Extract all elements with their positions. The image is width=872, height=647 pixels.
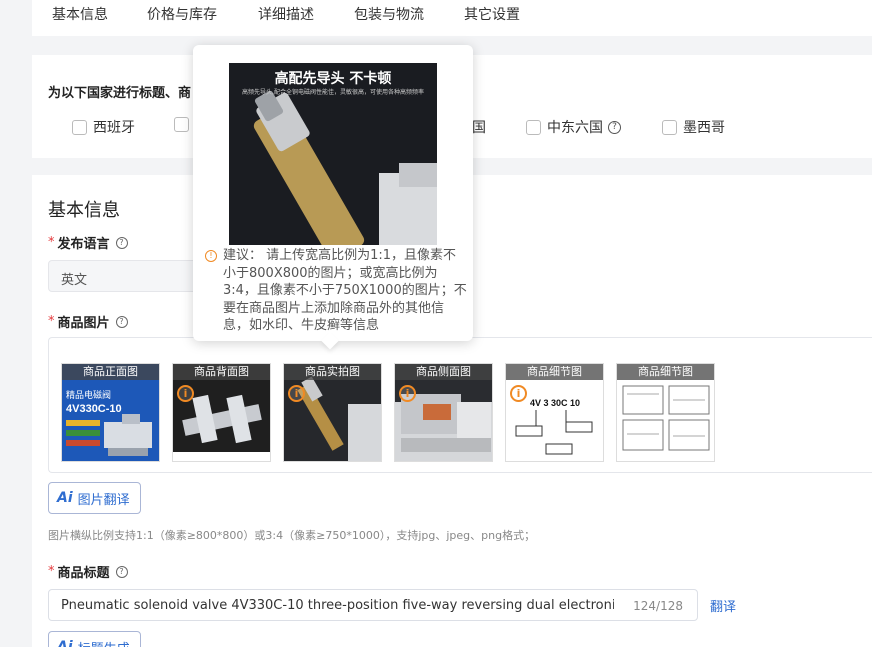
image-overlay-text: 精品电磁阀 xyxy=(66,389,111,400)
image-caption: 商品细节图 xyxy=(506,364,603,380)
info-icon: ! xyxy=(205,250,217,262)
checkbox-label: 西班牙 xyxy=(93,120,135,136)
image-strip: 精品电磁阀 4V330C-10 商品正面图 商品背面图 i 商品实拍图 i 商品… xyxy=(48,337,872,473)
checkbox-label: 国 xyxy=(472,120,486,136)
image-translate-button[interactable]: Ai 图片翻译 xyxy=(48,482,141,514)
image-thumb-front[interactable]: 精品电磁阀 4V330C-10 商品正面图 xyxy=(61,363,160,462)
image-caption: 商品细节图 xyxy=(617,364,714,380)
image-caption: 商品正面图 xyxy=(62,364,159,380)
label-text: 商品图片 xyxy=(57,316,110,331)
images-label: * 商品图片 ? xyxy=(48,312,128,331)
warning-icon[interactable]: i xyxy=(399,385,416,402)
warning-icon[interactable]: i xyxy=(288,385,305,402)
image-overlay-text: 4V 3 30C 10 xyxy=(530,398,580,408)
required-mark: * xyxy=(48,235,55,250)
title-generate-button[interactable]: Ai 标题生成 xyxy=(48,631,141,647)
help-icon[interactable]: ? xyxy=(115,236,128,249)
image-thumb-detail-1[interactable]: 4V 3 30C 10 商品细节图 i xyxy=(505,363,604,462)
warning-icon[interactable]: i xyxy=(177,385,194,402)
label-text: 商品标题 xyxy=(57,566,110,581)
tab-packaging[interactable]: 包装与物流 xyxy=(354,4,424,24)
checkbox-label: 墨西哥 xyxy=(683,120,725,136)
image-caption: 商品背面图 xyxy=(173,364,270,380)
preview-image: 高配先导头 不卡顿 高频先导头,配合全铜电磁阀性能佳，灵敏很高，可使用各种高频频… xyxy=(229,63,437,245)
top-tabs: 基本信息 价格与库存 详细描述 包装与物流 其它设置 xyxy=(32,0,872,36)
title-value[interactable]: Pneumatic solenoid valve 4V330C-10 three… xyxy=(61,598,614,613)
checkbox-box[interactable] xyxy=(72,119,87,135)
checkbox-mexico[interactable]: 墨西哥 xyxy=(662,117,725,137)
required-mark: * xyxy=(48,314,55,329)
image-thumb-back[interactable]: 商品背面图 i xyxy=(172,363,271,462)
button-label: 标题生成 xyxy=(78,638,130,647)
button-label: 图片翻译 xyxy=(77,492,130,508)
checkbox-country-2[interactable] xyxy=(174,117,195,132)
country-section-title: 为以下国家进行标题、商 xyxy=(48,86,192,101)
checkbox-box[interactable] xyxy=(662,119,677,135)
image-preview-popover: 高配先导头 不卡顿 高频先导头,配合全铜电磁阀性能佳，灵敏很高，可使用各种高频频… xyxy=(193,45,473,350)
title-label: * 商品标题 ? xyxy=(48,562,128,581)
image-caption: 商品实拍图 xyxy=(284,364,381,380)
image-overlay-text: 4V330C-10 xyxy=(66,403,122,415)
preview-image-title: 高配先导头 不卡顿 xyxy=(274,71,392,87)
required-mark: * xyxy=(48,564,55,579)
checkbox-country-3[interactable]: 国 xyxy=(472,117,486,137)
preview-image-subtitle: 高频先导头,配合全铜电磁阀性能佳，灵敏很高，可使用各种高频频率 xyxy=(242,89,424,96)
warning-icon[interactable]: i xyxy=(510,385,527,402)
tab-description[interactable]: 详细描述 xyxy=(258,4,314,24)
checkbox-box[interactable] xyxy=(174,117,189,132)
upload-tip: ! 建议： 请上传宽高比例为1:1，且像素不小于800X800的图片；或宽高比例… xyxy=(205,247,467,335)
help-icon[interactable]: ? xyxy=(115,565,128,578)
checkbox-box[interactable] xyxy=(526,119,541,135)
image-thumb-real[interactable]: 商品实拍图 i xyxy=(283,363,382,462)
section-title: 基本信息 xyxy=(48,200,120,221)
help-icon[interactable]: ? xyxy=(115,315,128,328)
language-label: * 发布语言 ? xyxy=(48,233,128,252)
help-icon[interactable]: ? xyxy=(608,120,621,134)
ai-icon: Ai xyxy=(57,639,73,647)
translate-link[interactable]: 翻译 xyxy=(710,596,736,615)
title-char-count: 124/128 xyxy=(629,599,683,613)
checkbox-middle-east[interactable]: 中东六国 ? xyxy=(526,117,621,137)
product-title-input[interactable]: Pneumatic solenoid valve 4V330C-10 three… xyxy=(48,589,698,621)
tab-basic-info[interactable]: 基本信息 xyxy=(52,4,108,24)
tab-other-settings[interactable]: 其它设置 xyxy=(464,4,520,24)
image-format-hint: 图片横纵比例支持1:1（像素≥800*800）或3:4（像素≥750*1000）… xyxy=(48,529,536,542)
tab-price-stock[interactable]: 价格与库存 xyxy=(147,4,217,24)
ai-icon: Ai xyxy=(57,490,73,506)
checkbox-spain[interactable]: 西班牙 xyxy=(72,117,135,137)
checkbox-label: 中东六国 xyxy=(547,120,603,136)
image-thumb-detail-2[interactable]: 商品细节图 xyxy=(616,363,715,462)
image-thumb-side[interactable]: 商品侧面图 i xyxy=(394,363,493,462)
label-text: 发布语言 xyxy=(57,237,110,252)
tip-text: 建议： 请上传宽高比例为1:1，且像素不小于800X800的图片；或宽高比例为3… xyxy=(223,248,467,333)
image-caption: 商品侧面图 xyxy=(395,364,492,380)
